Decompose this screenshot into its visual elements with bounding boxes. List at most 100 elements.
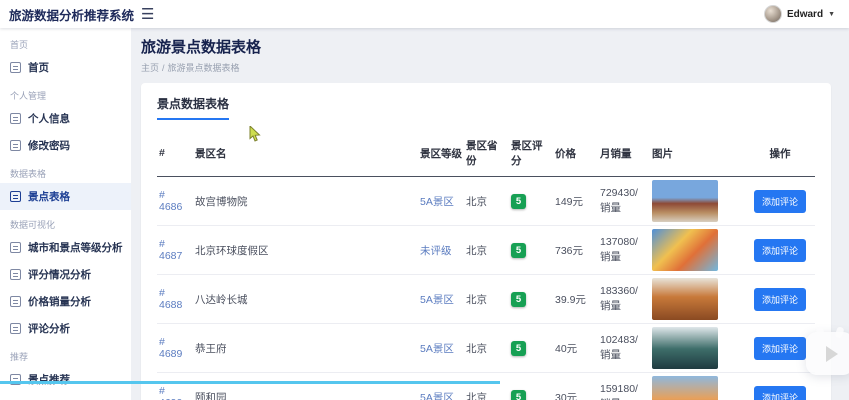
add-comment-button[interactable]: 添加评论 — [753, 336, 806, 360]
score-badge: 5 — [511, 193, 526, 209]
user-name: Edward — [786, 8, 824, 20]
score-cell: 5 — [509, 372, 553, 400]
attraction-level[interactable]: 未评级 — [418, 225, 464, 275]
score-badge: 5 — [511, 291, 526, 307]
sidebar-section-label: 首页 — [10, 40, 29, 50]
attraction-photo — [652, 180, 718, 222]
video-play-overlay[interactable] — [806, 332, 849, 375]
sidebar-item-城市和景点等级分析[interactable]: 城市和景点等级分析 — [0, 234, 131, 261]
add-comment-button[interactable]: 添加评论 — [753, 238, 806, 262]
header-level: 景区等级 — [418, 130, 464, 177]
attraction-province: 北京 — [464, 176, 509, 226]
sidebar-item-label: 价格销量分析 — [28, 296, 91, 308]
breadcrumb: 主页 / 旅游景点数据表格 — [141, 61, 849, 74]
score-badge: 5 — [511, 389, 526, 400]
comment-chart-icon — [10, 323, 21, 334]
attraction-photo — [652, 229, 718, 271]
attraction-photo — [652, 278, 718, 320]
mouse-cursor — [249, 126, 261, 142]
price-cell: 39.9元 — [553, 274, 598, 324]
action-cell: 添加评论 — [745, 274, 815, 324]
sidebar-item-label: 城市和景点等级分析 — [28, 242, 123, 254]
breadcrumb-current: 旅游景点数据表格 — [167, 63, 240, 73]
header-name: 景区名 — [193, 130, 418, 177]
main-content: 旅游景点数据表格 主页 / 旅游景点数据表格 景点数据表格 # 景区名 景区等级 景… — [131, 28, 849, 400]
topbar: 旅游数据分析推荐系统 ☰ Edward ▼ — [0, 0, 849, 28]
score-cell: 5 — [509, 176, 553, 226]
row-id: # 4688 — [157, 274, 193, 324]
sidebar-item-价格销量分析[interactable]: 价格销量分析 — [0, 288, 131, 315]
table-row: # 4688 八达岭长城 5A景区 北京 5 39.9元 183360/销量 添加评论 — [157, 274, 815, 324]
row-id: # 4686 — [157, 176, 193, 226]
sidebar-item-修改密码[interactable]: 修改密码 — [0, 132, 131, 159]
sidebar-item-label: 首页 — [28, 62, 49, 74]
sidebar-item-评论分析[interactable]: 评论分析 — [0, 315, 131, 342]
action-cell: 添加评论 — [745, 176, 815, 226]
attraction-province: 北京 — [464, 323, 509, 373]
attraction-province: 北京 — [464, 372, 509, 400]
header-photo: 图片 — [650, 130, 745, 177]
header-province: 景区省份 — [464, 130, 509, 177]
sidebar-item-景点推荐[interactable]: 景点推荐 — [0, 366, 131, 393]
hamburger-menu-icon[interactable]: ☰ — [141, 7, 154, 22]
attraction-province: 北京 — [464, 225, 509, 275]
header-sales: 月销量 — [598, 130, 650, 177]
sidebar-item-景点表格[interactable]: 景点表格 — [0, 183, 131, 210]
attraction-level[interactable]: 5A景区 — [418, 372, 464, 400]
monthly-sales-cell: 159180/销量 — [598, 372, 650, 400]
table-row: # 4687 北京环球度假区 未评级 北京 5 736元 137080/销量 添加评论 — [157, 225, 815, 275]
app-title: 旅游数据分析推荐系统 — [9, 8, 135, 23]
header-id: # — [157, 130, 193, 177]
add-comment-button[interactable]: 添加评论 — [753, 189, 806, 213]
rating-chart-icon — [10, 269, 21, 280]
attraction-photo — [652, 376, 718, 400]
table-row: # 4690颐和园5A景区北京5 30元159180/销量 添加评论 — [157, 372, 815, 400]
photo-cell — [650, 225, 745, 275]
row-id: # 4690 — [157, 372, 193, 400]
sidebar: 首页 首页 个人管理 个人信息 修改密码 数据表格 景点表格 数据可视化 城市和景点等级分析 评分… — [0, 28, 131, 400]
price-cell: 149元 — [553, 176, 598, 226]
chevron-down-icon: ▼ — [828, 10, 835, 18]
monthly-sales-cell: 137080/销量 — [598, 225, 650, 275]
avatar[interactable] — [763, 5, 782, 23]
sidebar-item-label: 评分情况分析 — [28, 269, 91, 281]
sidebar-item-label: 个人信息 — [28, 113, 70, 125]
attraction-name: 北京环球度假区 — [193, 225, 418, 275]
home-icon — [10, 62, 21, 73]
monthly-sales-cell: 729430/销量 — [598, 176, 650, 226]
sidebar-section-label: 词云图 — [0, 393, 131, 400]
video-progress-bar[interactable] — [0, 381, 500, 384]
sidebar-item-评分情况分析[interactable]: 评分情况分析 — [0, 261, 131, 288]
add-comment-button[interactable]: 添加评论 — [753, 287, 806, 311]
breadcrumb-home[interactable]: 主页 — [141, 63, 159, 73]
add-comment-button[interactable]: 添加评论 — [753, 385, 806, 400]
attraction-level[interactable]: 5A景区 — [418, 274, 464, 324]
score-badge: 5 — [511, 242, 526, 258]
city-level-chart-icon — [10, 242, 21, 253]
sidebar-section-label: 个人管理 — [10, 91, 47, 101]
table-row: # 4689 恭王府 5A景区 北京 5 40元 102483/销量 添加评论 — [157, 323, 815, 373]
monthly-sales-cell: 183360/销量 — [598, 274, 650, 324]
table-row: # 4686 故宫博物院 5A景区 北京 5 149元 729430/销量 添加评论 — [157, 176, 815, 226]
sidebar-item-个人信息[interactable]: 个人信息 — [0, 105, 131, 132]
sidebar-item-label: 景点表格 — [28, 191, 70, 203]
card-tab-attraction-table[interactable]: 景点数据表格 — [157, 95, 230, 120]
row-id: # 4689 — [157, 323, 193, 373]
score-cell: 5 — [509, 274, 553, 324]
page-title: 旅游景点数据表格 — [141, 39, 262, 56]
attraction-name: 八达岭长城 — [193, 274, 418, 324]
sidebar-item-首页[interactable]: 首页 — [0, 54, 131, 81]
page-header: 旅游景点数据表格 主页 / 旅游景点数据表格 — [131, 28, 849, 74]
attractions-table: # 景区名 景区等级 景区省份 景区评分 价格 月销量 图片 操作 # 4686… — [157, 130, 815, 400]
user-menu[interactable]: Edward ▼ — [763, 5, 849, 23]
attraction-level[interactable]: 5A景区 — [418, 323, 464, 373]
header-score: 景区评分 — [509, 130, 553, 177]
header-action: 操作 — [745, 130, 815, 177]
sidebar-section-label: 数据表格 — [10, 169, 47, 179]
password-icon — [10, 140, 21, 151]
score-cell: 5 — [509, 323, 553, 373]
score-cell: 5 — [509, 225, 553, 275]
attraction-level[interactable]: 5A景区 — [418, 176, 464, 226]
action-cell: 添加评论 — [745, 323, 815, 373]
photo-cell — [650, 323, 745, 373]
